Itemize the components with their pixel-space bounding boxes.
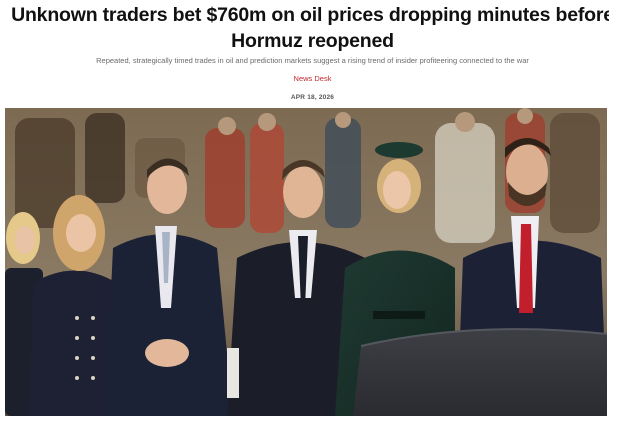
article-subtitle: Repeated, strategically timed trades in … (96, 56, 529, 65)
headline: Unknown traders bet $760m on oil prices … (0, 2, 625, 54)
page-margin (609, 0, 625, 422)
headline-line-2: Hormuz reopened (231, 30, 394, 52)
hero-photo (5, 108, 607, 416)
publish-date: APR 18, 2026 (290, 94, 335, 101)
hero-photo-illustration (5, 108, 607, 416)
headline-line-1: Unknown traders bet $760m on oil prices … (11, 4, 614, 26)
author-link[interactable]: News Desk (0, 74, 625, 84)
